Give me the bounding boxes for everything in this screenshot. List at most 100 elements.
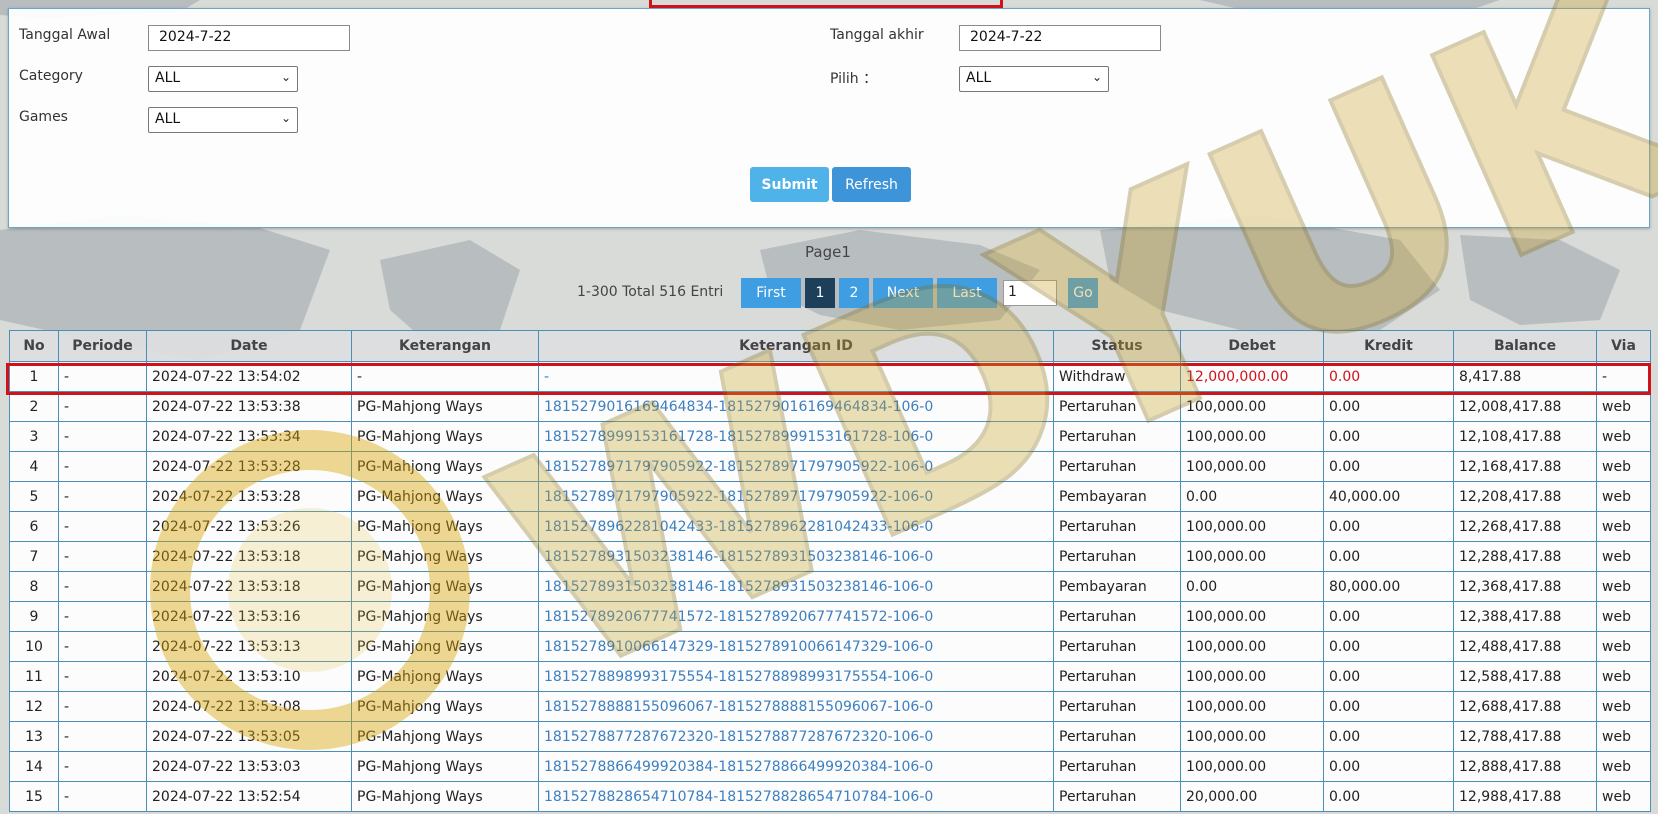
cell-via: web <box>1596 751 1651 782</box>
entry-summary: 1-300 Total 516 Entri <box>577 284 724 300</box>
cell-keterangan: PG-Mahjong Ways <box>351 751 539 782</box>
page-1-button[interactable]: 1 <box>805 278 835 308</box>
cell-kredit: 0.00 <box>1323 541 1454 572</box>
cell-via: web <box>1596 451 1651 482</box>
cell-kredit: 40,000.00 <box>1323 481 1454 512</box>
cell-keterangan: PG-Mahjong Ways <box>351 511 539 542</box>
table-row[interactable]: 4-2024-07-22 13:53:28 PG-Mahjong Ways 1815… <box>9 451 1651 482</box>
table-row[interactable]: 14-2024-07-22 13:53:03 PG-Mahjong Ways 181… <box>9 751 1651 782</box>
table-row[interactable]: 3-2024-07-22 13:53:34 PG-Mahjong Ways 1815… <box>9 421 1651 452</box>
table-row[interactable]: 2-2024-07-22 13:53:38 PG-Mahjong Ways 1815… <box>9 391 1651 422</box>
cell-keterangan-id[interactable]: 1815278999153161728-1815278999153161728-… <box>538 421 1054 452</box>
first-page-button[interactable]: First <box>741 278 801 308</box>
cell-keterangan-id[interactable]: 1815278828654710784-1815278828654710784-… <box>538 781 1054 812</box>
cell-keterangan-id[interactable]: 1815278931503238146-1815278931503238146-… <box>538 541 1054 572</box>
cell-debet: 0.00 <box>1180 571 1324 602</box>
cell-date: 2024-07-22 13:53:28 <box>146 451 352 482</box>
cell-debet: 100,000.00 <box>1180 601 1324 632</box>
cell-keterangan-id[interactable]: 1815279016169464834-1815279016169464834-… <box>538 391 1054 422</box>
filter-panel: Tanggal Awal 2024-7-22 Tanggal akhir 202… <box>8 8 1650 228</box>
cell-via: web <box>1596 571 1651 602</box>
table-row[interactable]: 5-2024-07-22 13:53:28 PG-Mahjong Ways 1815… <box>9 481 1651 512</box>
cell-via: web <box>1596 781 1651 812</box>
cell-date: 2024-07-22 13:53:34 <box>146 421 352 452</box>
cell-keterangan-id[interactable]: 1815278931503238146-1815278931503238146-… <box>538 571 1054 602</box>
refresh-button[interactable]: Refresh <box>832 167 911 202</box>
cell-debet: 100,000.00 <box>1180 721 1324 752</box>
table-row[interactable]: 6-2024-07-22 13:53:26 PG-Mahjong Ways 1815… <box>9 511 1651 542</box>
tanggal-awal-label: Tanggal Awal <box>19 27 111 43</box>
cell-date: 2024-07-22 13:53:18 <box>146 571 352 602</box>
cell-balance: 12,208,417.88 <box>1453 481 1597 512</box>
cell-balance: 12,108,417.88 <box>1453 421 1597 452</box>
go-button[interactable]: Go <box>1068 278 1098 308</box>
column-header: No <box>9 330 59 362</box>
cell-no: 15 <box>9 781 59 812</box>
cell-debet: 100,000.00 <box>1180 751 1324 782</box>
cell-status: Pertaruhan <box>1053 781 1181 812</box>
cell-balance: 12,268,417.88 <box>1453 511 1597 542</box>
cell-keterangan-id[interactable]: 1815278962281042433-1815278962281042433-… <box>538 511 1054 542</box>
cell-date: 2024-07-22 13:52:54 <box>146 781 352 812</box>
cell-kredit: 0.00 <box>1323 691 1454 722</box>
cell-keterangan-id[interactable]: 1815278910066147329-1815278910066147329-… <box>538 631 1054 662</box>
tanggal-awal-input[interactable]: 2024-7-22 <box>148 25 350 51</box>
chevron-down-icon: ⌄ <box>280 70 291 84</box>
pilih-select[interactable]: ALL ⌄ <box>959 66 1109 92</box>
cell-date: 2024-07-22 13:53:13 <box>146 631 352 662</box>
cell-kredit: 0.00 <box>1323 781 1454 812</box>
cell-periode: - <box>58 721 147 752</box>
games-select[interactable]: ALL ⌄ <box>148 107 298 133</box>
cell-kredit: 0.00 <box>1323 391 1454 422</box>
cell-via: web <box>1596 601 1651 632</box>
cell-no: 6 <box>9 511 59 542</box>
table-row[interactable]: 10-2024-07-22 13:53:13 PG-Mahjong Ways 181… <box>9 631 1651 662</box>
tanggal-akhir-input[interactable]: 2024-7-22 <box>959 25 1161 51</box>
cell-balance: 12,168,417.88 <box>1453 451 1597 482</box>
category-selected-value: ALL <box>155 70 181 86</box>
cell-no: 14 <box>9 751 59 782</box>
cell-debet: 100,000.00 <box>1180 391 1324 422</box>
table-row[interactable]: 8-2024-07-22 13:53:18 PG-Mahjong Ways 1815… <box>9 571 1651 602</box>
cell-periode: - <box>58 571 147 602</box>
table-row[interactable]: 15-2024-07-22 13:52:54 PG-Mahjong Ways 181… <box>9 781 1651 812</box>
category-label: Category <box>19 68 83 84</box>
table-row[interactable]: 12-2024-07-22 13:53:08 PG-Mahjong Ways 181… <box>9 691 1651 722</box>
cell-keterangan-id[interactable]: 1815278971797905922-1815278971797905922-… <box>538 481 1054 512</box>
cell-balance: 12,788,417.88 <box>1453 721 1597 752</box>
cell-keterangan: PG-Mahjong Ways <box>351 721 539 752</box>
cell-balance: 12,888,417.88 <box>1453 751 1597 782</box>
last-page-button[interactable]: Last <box>937 278 997 308</box>
cell-keterangan: PG-Mahjong Ways <box>351 391 539 422</box>
page-2-button[interactable]: 2 <box>839 278 869 308</box>
cell-keterangan-id[interactable]: 1815278898993175554-1815278898993175554-… <box>538 661 1054 692</box>
cell-debet: 100,000.00 <box>1180 511 1324 542</box>
cell-no: 3 <box>9 421 59 452</box>
cell-keterangan-id[interactable]: 1815278920677741572-1815278920677741572-… <box>538 601 1054 632</box>
cell-via: web <box>1596 391 1651 422</box>
next-page-button[interactable]: Next <box>873 278 933 308</box>
cell-keterangan-id[interactable]: 1815278971797905922-1815278971797905922-… <box>538 451 1054 482</box>
table-row[interactable]: 9-2024-07-22 13:53:16 PG-Mahjong Ways 1815… <box>9 601 1651 632</box>
table-row[interactable]: 13-2024-07-22 13:53:05 PG-Mahjong Ways 181… <box>9 721 1651 752</box>
cell-keterangan-id[interactable]: 1815278888155096067-1815278888155096067-… <box>538 691 1054 722</box>
cell-keterangan-id[interactable]: 1815278877287672320-1815278877287672320-… <box>538 721 1054 752</box>
cell-kredit: 0.00 <box>1323 421 1454 452</box>
page-number-input[interactable]: 1 <box>1003 280 1057 306</box>
cell-periode: - <box>58 451 147 482</box>
cell-status: Pertaruhan <box>1053 511 1181 542</box>
games-label: Games <box>19 109 68 125</box>
cell-periode: - <box>58 751 147 782</box>
category-select[interactable]: ALL ⌄ <box>148 66 298 92</box>
table-row[interactable]: 11-2024-07-22 13:53:10 PG-Mahjong Ways 181… <box>9 661 1651 692</box>
cell-balance: 12,988,417.88 <box>1453 781 1597 812</box>
cell-debet: 100,000.00 <box>1180 631 1324 662</box>
submit-button[interactable]: Submit <box>750 167 829 202</box>
cell-status: Pertaruhan <box>1053 661 1181 692</box>
cell-date: 2024-07-22 13:53:18 <box>146 541 352 572</box>
table-row[interactable]: 7-2024-07-22 13:53:18 PG-Mahjong Ways 1815… <box>9 541 1651 572</box>
cell-periode: - <box>58 601 147 632</box>
cell-status: Pembayaran <box>1053 571 1181 602</box>
cell-keterangan-id[interactable]: 1815278866499920384-1815278866499920384-… <box>538 751 1054 782</box>
cell-keterangan: PG-Mahjong Ways <box>351 541 539 572</box>
